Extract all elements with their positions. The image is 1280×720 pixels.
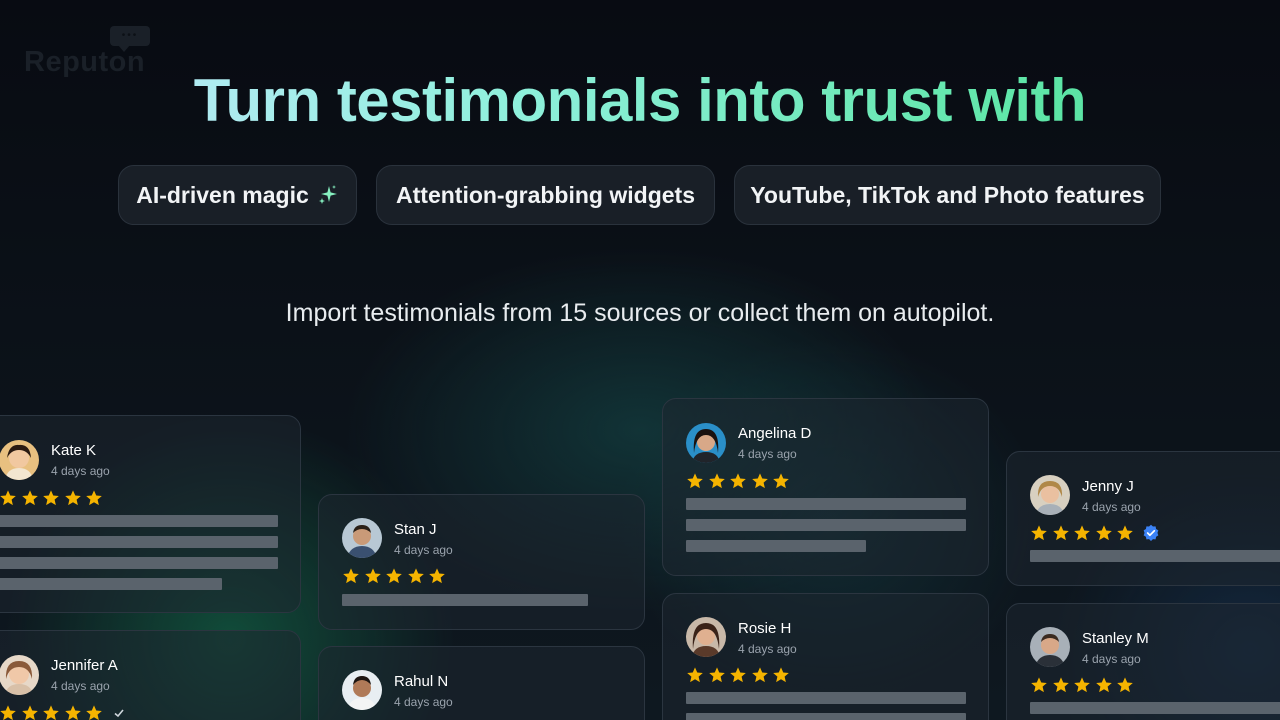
reviewer-name: Rahul N bbox=[394, 673, 449, 690]
feature-pill-widgets[interactable]: Attention-grabbing widgets bbox=[376, 165, 715, 225]
review-time: 4 days ago bbox=[51, 679, 110, 693]
avatar bbox=[0, 655, 39, 695]
star-icon bbox=[342, 567, 360, 585]
star-icon bbox=[364, 567, 382, 585]
review-text-placeholder bbox=[342, 594, 588, 606]
star-icon bbox=[751, 666, 769, 684]
star-icon bbox=[1030, 676, 1048, 694]
star-icon bbox=[1052, 524, 1070, 542]
review-time: 4 days ago bbox=[394, 695, 453, 709]
review-card[interactable]: Stanley M 4 days ago bbox=[1006, 603, 1280, 720]
review-text-placeholder bbox=[1030, 550, 1280, 562]
page-headline: Turn testimonials into trust with bbox=[0, 66, 1280, 135]
review-card[interactable]: Rosie H 4 days ago bbox=[662, 593, 989, 720]
feature-pill-label: YouTube, TikTok and Photo features bbox=[750, 181, 1145, 208]
star-icon bbox=[1095, 676, 1113, 694]
star-rating bbox=[1030, 676, 1138, 694]
review-card[interactable]: Jenny J 4 days ago bbox=[1006, 451, 1280, 586]
review-card[interactable]: Stan J 4 days ago bbox=[318, 494, 645, 630]
reviewer-name: Stan J bbox=[394, 521, 437, 538]
star-icon bbox=[0, 489, 17, 507]
review-time: 4 days ago bbox=[738, 642, 797, 656]
feature-pill-video-photo[interactable]: YouTube, TikTok and Photo features bbox=[734, 165, 1161, 225]
sparkle-icon bbox=[317, 184, 339, 206]
star-icon bbox=[686, 666, 704, 684]
star-icon bbox=[0, 704, 17, 720]
star-icon bbox=[42, 704, 60, 720]
star-rating bbox=[686, 666, 794, 684]
review-text-placeholder bbox=[1030, 702, 1280, 714]
avatar bbox=[1030, 627, 1070, 667]
verified-badge-icon bbox=[1143, 524, 1158, 541]
review-text-placeholder bbox=[686, 713, 966, 720]
star-rating bbox=[0, 704, 125, 720]
star-icon bbox=[1073, 676, 1091, 694]
star-icon bbox=[1095, 524, 1113, 542]
avatar bbox=[686, 423, 726, 463]
review-text-placeholder bbox=[0, 557, 278, 569]
star-icon bbox=[1052, 676, 1070, 694]
star-icon bbox=[85, 489, 103, 507]
review-time: 4 days ago bbox=[394, 543, 453, 557]
review-time: 4 days ago bbox=[51, 464, 110, 478]
star-icon bbox=[407, 567, 425, 585]
star-icon bbox=[64, 704, 82, 720]
review-time: 4 days ago bbox=[1082, 652, 1141, 666]
review-card[interactable]: Angelina D 4 days ago bbox=[662, 398, 989, 576]
star-rating bbox=[342, 567, 450, 585]
star-icon bbox=[686, 472, 704, 490]
star-rating bbox=[1030, 524, 1160, 542]
reviewer-name: Stanley M bbox=[1082, 630, 1149, 647]
reviewer-name: Rosie H bbox=[738, 620, 792, 637]
star-icon bbox=[751, 472, 769, 490]
review-card[interactable]: Jennifer A 4 days ago bbox=[0, 630, 301, 720]
star-icon bbox=[772, 472, 790, 490]
star-icon bbox=[1073, 524, 1091, 542]
reviewer-name: Kate K bbox=[51, 442, 97, 459]
avatar bbox=[342, 670, 382, 710]
avatar bbox=[342, 518, 382, 558]
reviewer-name: Angelina D bbox=[738, 425, 812, 442]
star-icon bbox=[729, 666, 747, 684]
star-icon bbox=[21, 489, 39, 507]
avatar bbox=[0, 440, 39, 480]
star-icon bbox=[64, 489, 82, 507]
avatar bbox=[686, 617, 726, 657]
page-subtitle: Import testimonials from 15 sources or c… bbox=[285, 299, 995, 327]
star-rating bbox=[0, 489, 107, 507]
star-icon bbox=[708, 472, 726, 490]
review-time: 4 days ago bbox=[738, 447, 797, 461]
reviewer-name: Jenny J bbox=[1082, 478, 1134, 495]
review-card[interactable]: Kate K 4 days ago bbox=[0, 415, 301, 613]
reviewer-name: Jennifer A bbox=[51, 657, 118, 674]
review-text-placeholder bbox=[0, 578, 222, 590]
chat-bubble-icon: ••• bbox=[110, 26, 150, 52]
check-icon bbox=[113, 709, 124, 718]
review-text-placeholder bbox=[0, 536, 278, 548]
star-icon bbox=[42, 489, 60, 507]
review-card[interactable]: Rahul N 4 days ago bbox=[318, 646, 645, 720]
star-icon bbox=[772, 666, 790, 684]
star-icon bbox=[428, 567, 446, 585]
star-rating bbox=[686, 472, 794, 490]
feature-pill-label: Attention-grabbing widgets bbox=[396, 181, 695, 208]
star-icon bbox=[1030, 524, 1048, 542]
review-text-placeholder bbox=[686, 540, 866, 552]
star-icon bbox=[708, 666, 726, 684]
review-text-placeholder bbox=[686, 498, 966, 510]
avatar bbox=[1030, 475, 1070, 515]
review-text-placeholder bbox=[0, 515, 278, 527]
star-icon bbox=[729, 472, 747, 490]
review-time: 4 days ago bbox=[1082, 500, 1141, 514]
feature-pill-ai-magic[interactable]: AI-driven magic bbox=[118, 165, 357, 225]
review-text-placeholder bbox=[686, 519, 966, 531]
review-text-placeholder bbox=[686, 692, 966, 704]
star-icon bbox=[1116, 676, 1134, 694]
star-icon bbox=[1116, 524, 1134, 542]
star-icon bbox=[385, 567, 403, 585]
feature-pill-label: AI-driven magic bbox=[136, 181, 309, 208]
star-icon bbox=[21, 704, 39, 720]
star-icon bbox=[85, 704, 103, 720]
